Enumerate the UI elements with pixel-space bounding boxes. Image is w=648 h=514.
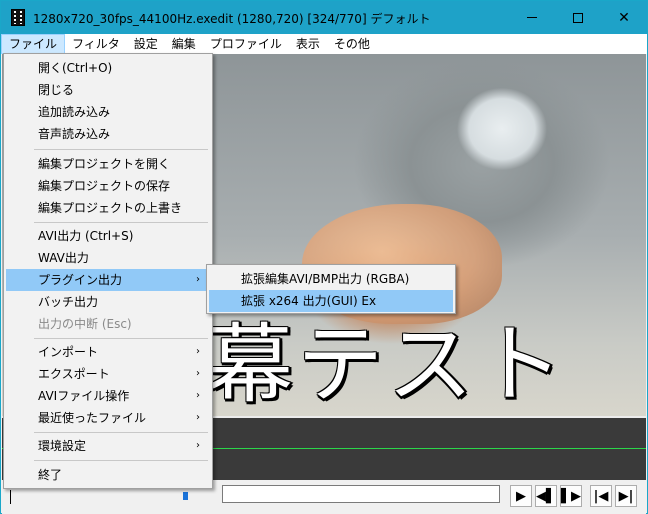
menu-item-label: 編集プロジェクトを開く [38, 157, 171, 171]
menu-item-label: 最近使ったファイル [38, 411, 147, 425]
file-menu-dropdown: 開く(Ctrl+O) 閉じる 追加読み込み 音声読み込み 編集プロジェクトを開く… [3, 53, 213, 489]
menu-item-add-load[interactable]: 追加読み込み [6, 101, 210, 123]
prev-frame-button[interactable]: ◀▌ [535, 485, 557, 507]
menu-item-avi-output[interactable]: AVI出力 (Ctrl+S) [6, 225, 210, 247]
film-icon [11, 9, 25, 26]
submenu-arrow-icon: › [196, 346, 200, 357]
menu-item-wav-output[interactable]: WAV出力 [6, 247, 210, 269]
submenu-item-exedit-avi-bmp[interactable]: 拡張編集AVI/BMP出力 (RGBA) [209, 268, 453, 290]
submenu-item-label: 拡張編集AVI/BMP出力 (RGBA) [241, 272, 410, 286]
submenu-arrow-icon: › [196, 368, 200, 379]
close-icon: ✕ [618, 9, 630, 26]
submenu-arrow-icon: › [196, 390, 200, 401]
next-frame-button[interactable]: ▌▶ [560, 485, 582, 507]
menu-item-recent-files[interactable]: 最近使ったファイル › [6, 407, 210, 429]
maximize-button[interactable] [555, 1, 601, 34]
last-frame-button[interactable]: ▶| [615, 485, 637, 507]
menu-file[interactable]: ファイル [1, 34, 66, 54]
seek-bar[interactable] [222, 485, 500, 503]
position-slider-knob[interactable] [183, 492, 188, 500]
menu-item-label: プラグイン出力 [38, 273, 123, 287]
position-slider[interactable] [10, 490, 210, 504]
menu-view[interactable]: 表示 [289, 34, 327, 54]
menu-item-close[interactable]: 閉じる [6, 79, 210, 101]
menu-item-label: 追加読み込み [38, 105, 111, 119]
maximize-icon [573, 12, 583, 23]
menu-separator [34, 432, 208, 433]
menu-bar: ファイル フィルタ 設定 編集 プロファイル 表示 その他 [1, 34, 647, 54]
menu-item-label: AVI出力 (Ctrl+S) [38, 229, 134, 243]
menu-separator [34, 460, 208, 461]
menu-item-export[interactable]: エクスポート › [6, 363, 210, 385]
menu-item-label: 環境設定 [38, 439, 87, 453]
submenu-arrow-icon: › [196, 440, 200, 451]
plugin-output-submenu: 拡張編集AVI/BMP出力 (RGBA) 拡張 x264 出力(GUI) Ex [206, 264, 456, 314]
menu-item-label: 出力の中断 (Esc) [38, 317, 132, 331]
submenu-arrow-icon: › [196, 412, 200, 423]
close-button[interactable]: ✕ [601, 1, 647, 34]
menu-item-plugin-output[interactable]: プラグイン出力 › [6, 269, 210, 291]
menu-item-label: 編集プロジェクトの上書き [38, 201, 183, 215]
minimize-icon [527, 17, 537, 18]
menu-profile[interactable]: プロファイル [203, 34, 289, 54]
menu-separator [34, 338, 208, 339]
menu-item-label: インポート [38, 345, 99, 359]
menu-item-open[interactable]: 開く(Ctrl+O) [6, 57, 210, 79]
menu-filter[interactable]: フィルタ [65, 34, 127, 54]
menu-item-save-project[interactable]: 編集プロジェクトの保存 [6, 175, 210, 197]
menu-item-batch-output[interactable]: バッチ出力 [6, 291, 210, 313]
submenu-arrow-icon: › [196, 274, 200, 285]
menu-item-label: 音声読み込み [38, 127, 111, 141]
menu-item-label: AVIファイル操作 [38, 389, 130, 403]
menu-item-label: WAV出力 [38, 251, 89, 265]
title-bar[interactable]: 1280x720_30fps_44100Hz.exedit (1280,720)… [1, 1, 647, 34]
menu-separator [34, 222, 208, 223]
menu-edit[interactable]: 編集 [165, 34, 203, 54]
menu-item-label: 閉じる [38, 83, 75, 97]
window-title: 1280x720_30fps_44100Hz.exedit (1280,720)… [33, 12, 431, 26]
menu-item-label: エクスポート [38, 367, 110, 381]
first-frame-button[interactable]: |◀ [590, 485, 612, 507]
menu-item-overwrite-project[interactable]: 編集プロジェクトの上書き [6, 197, 210, 219]
menu-item-label: バッチ出力 [38, 295, 99, 309]
menu-item-import[interactable]: インポート › [6, 341, 210, 363]
menu-item-label: 開く(Ctrl+O) [38, 61, 113, 75]
menu-item-audio-load[interactable]: 音声読み込み [6, 123, 210, 145]
menu-item-label: 編集プロジェクトの保存 [38, 179, 171, 193]
menu-item-label: 終了 [38, 468, 63, 482]
submenu-item-label: 拡張 x264 出力(GUI) Ex [241, 294, 377, 308]
menu-item-preferences[interactable]: 環境設定 › [6, 435, 210, 457]
play-button[interactable]: ▶ [510, 485, 532, 507]
minimize-button[interactable] [509, 1, 555, 34]
submenu-item-x264-gui-ex[interactable]: 拡張 x264 出力(GUI) Ex [209, 290, 453, 312]
menu-other[interactable]: その他 [327, 34, 377, 54]
menu-item-exit[interactable]: 終了 [6, 464, 210, 486]
menu-settings[interactable]: 設定 [127, 34, 165, 54]
menu-separator [34, 149, 208, 150]
menu-item-open-project[interactable]: 編集プロジェクトを開く [6, 153, 210, 175]
menu-item-stop-output: 出力の中断 (Esc) [6, 313, 210, 335]
menu-item-avi-file-ops[interactable]: AVIファイル操作 › [6, 385, 210, 407]
